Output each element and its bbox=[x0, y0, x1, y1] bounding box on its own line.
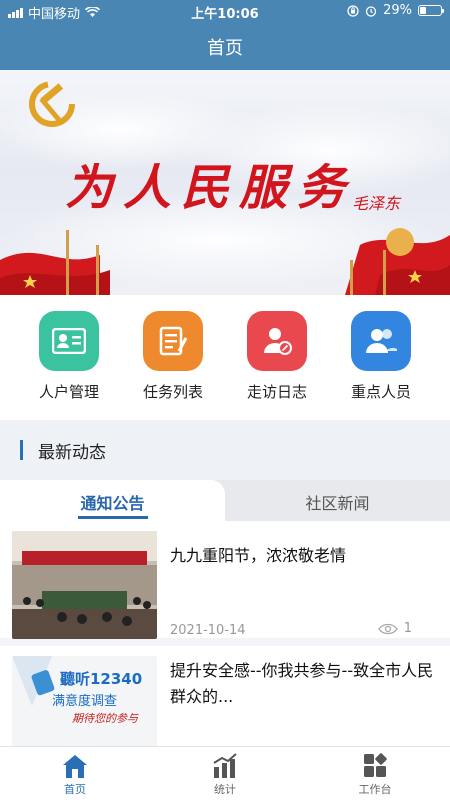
menu-item-tasks[interactable]: 任务列表 bbox=[121, 295, 225, 420]
tabbar-label: 统计 bbox=[214, 783, 236, 796]
news-list: 九九重阳节，浓浓敬老情 2021-10-14 1 聽听12340 满意度调查 期… bbox=[0, 521, 450, 746]
menu-item-household[interactable]: 人户管理 bbox=[17, 295, 121, 420]
thumb-invite: 期待您的参与 bbox=[72, 712, 138, 725]
home-icon bbox=[63, 755, 87, 778]
menu-label: 走访日志 bbox=[246, 383, 307, 401]
top-bar: 中国移动 上午10:06 29% 首页 bbox=[0, 0, 450, 70]
page-title: 首页 bbox=[207, 38, 243, 59]
news-tabs: 通知公告 社区新闻 bbox=[0, 480, 450, 521]
bottom-tab-bar: 首页 统计 工作台 bbox=[0, 746, 450, 800]
tile-household bbox=[39, 311, 99, 371]
view-count: 1 bbox=[377, 621, 412, 636]
menu-item-key-persons[interactable]: 重点人员 bbox=[329, 295, 433, 420]
menu-label: 人户管理 bbox=[38, 383, 99, 401]
menu-label: 任务列表 bbox=[142, 383, 203, 401]
eye-icon bbox=[377, 623, 398, 634]
tab-notices[interactable]: 通知公告 bbox=[0, 480, 225, 521]
people-icon bbox=[366, 329, 397, 353]
id-card-icon bbox=[52, 328, 86, 354]
visit-log-icon bbox=[264, 328, 292, 355]
tile-key-persons bbox=[351, 311, 411, 371]
stats-icon bbox=[213, 753, 237, 778]
section-header: 最新动态 bbox=[0, 420, 450, 480]
workbench-icon bbox=[364, 753, 387, 777]
tab-label: 通知公告 bbox=[80, 494, 145, 513]
tab-label: 社区新闻 bbox=[305, 494, 370, 513]
tile-tasks bbox=[143, 311, 203, 371]
battery-percent: 29% bbox=[383, 3, 412, 18]
news-thumbnail bbox=[12, 531, 157, 639]
rotation-lock-icon bbox=[347, 4, 359, 17]
tile-visit-log bbox=[247, 311, 307, 371]
battery-icon bbox=[418, 5, 444, 16]
news-title: 九九重阳节，浓浓敬老情 bbox=[170, 546, 347, 565]
news-date: 2021-10-14 bbox=[170, 623, 246, 638]
list-item[interactable]: 聽听12340 满意度调查 期待您的参与 提升安全感--你我共参与--致全市人民… bbox=[0, 646, 450, 746]
task-list-icon bbox=[159, 326, 188, 356]
menu-item-visit-log[interactable]: 走访日志 bbox=[225, 295, 329, 420]
tabbar-item-home[interactable]: 首页 bbox=[0, 747, 150, 800]
tab-active-indicator bbox=[78, 516, 148, 519]
banner-calligraphy: 为人民服务 bbox=[65, 160, 356, 216]
thumb-hotline: 聽听12340 bbox=[60, 670, 143, 688]
quick-menu: 人户管理 任务列表 走访日志 重点人员 bbox=[0, 295, 450, 420]
tabbar-item-workbench[interactable]: 工作台 bbox=[300, 747, 450, 800]
tab-community-news[interactable]: 社区新闻 bbox=[225, 480, 450, 521]
banner-signature: 毛泽东 bbox=[352, 194, 401, 213]
hero-banner[interactable]: 为人民服务 毛泽东 bbox=[0, 70, 450, 295]
thumb-survey: 满意度调查 bbox=[52, 694, 118, 709]
news-title: 提升安全感--你我共参与--致全市人民群众的... bbox=[170, 661, 434, 706]
status-bar: 中国移动 上午10:06 29% bbox=[0, 0, 450, 22]
news-thumbnail: 聽听12340 满意度调查 期待您的参与 bbox=[12, 656, 157, 746]
section-accent-bar bbox=[20, 440, 23, 460]
alarm-icon bbox=[365, 5, 377, 17]
tabbar-item-stats[interactable]: 统计 bbox=[150, 747, 300, 800]
view-count-value: 1 bbox=[403, 621, 412, 636]
tabbar-label: 工作台 bbox=[358, 783, 392, 796]
tabbar-label: 首页 bbox=[64, 783, 86, 796]
menu-label: 重点人员 bbox=[350, 383, 411, 401]
section-title: 最新动态 bbox=[38, 443, 106, 463]
list-item[interactable]: 九九重阳节，浓浓敬老情 2021-10-14 1 bbox=[0, 521, 450, 646]
